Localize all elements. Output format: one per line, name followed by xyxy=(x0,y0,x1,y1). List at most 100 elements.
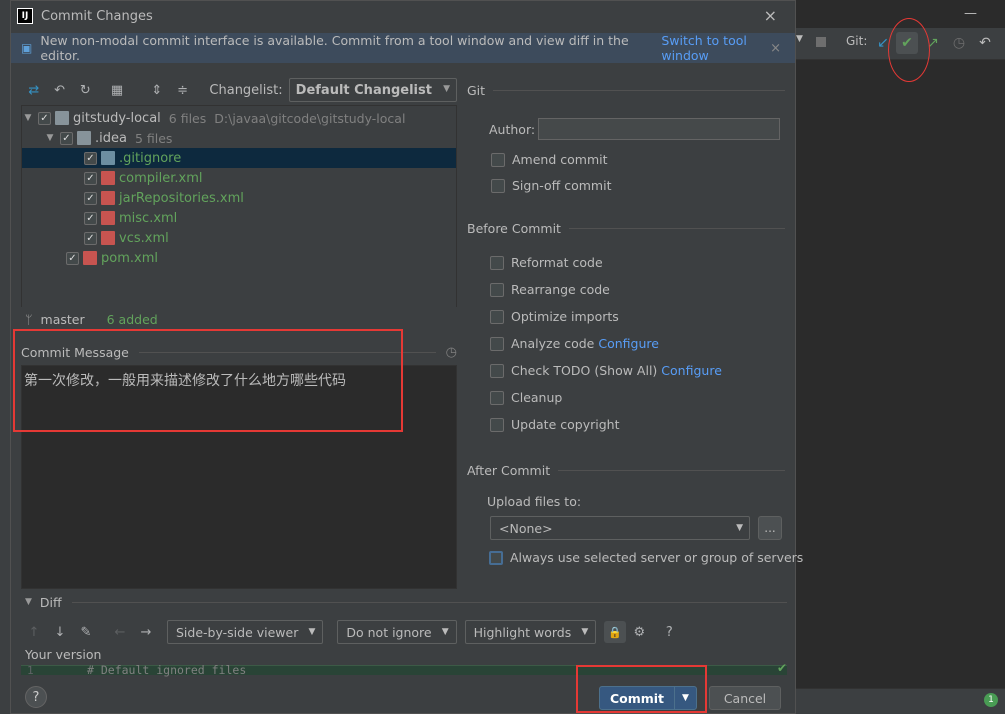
chevron-down-icon: ▼ xyxy=(308,627,316,637)
cleanup-checkbox[interactable]: Cleanup xyxy=(490,390,562,405)
diff-section-header[interactable]: ▼ Diff xyxy=(21,593,787,611)
intellij-logo-icon: IJ xyxy=(17,8,33,24)
checkbox-box[interactable] xyxy=(490,255,504,270)
ide-left-strip xyxy=(0,0,10,714)
show-diff-icon[interactable]: ⇄ xyxy=(21,78,47,102)
diff-label: Diff xyxy=(39,594,62,610)
checkbox-box[interactable] xyxy=(490,390,504,405)
tree-row-file[interactable]: ✓ jarRepositories.xml xyxy=(22,188,456,208)
divider xyxy=(493,90,785,91)
refresh-icon[interactable]: ↻ xyxy=(72,78,98,102)
optimize-imports-checkbox[interactable]: Optimize imports xyxy=(490,309,619,324)
amend-commit-checkbox[interactable]: Amend commit xyxy=(491,152,608,167)
copyright-label: Update copyright xyxy=(511,417,620,432)
checkbox-checked[interactable]: ✓ xyxy=(38,111,51,125)
back-icon[interactable]: ← xyxy=(107,620,133,644)
cancel-button[interactable]: Cancel xyxy=(709,686,781,710)
upload-value: <None> xyxy=(499,520,553,536)
checkbox-checked[interactable]: ✓ xyxy=(84,171,97,185)
help-button[interactable]: ? xyxy=(25,686,47,708)
ignore-whitespace-dropdown[interactable]: Do not ignore ▼ xyxy=(337,620,457,644)
update-copyright-checkbox[interactable]: Update copyright xyxy=(490,417,619,432)
module-folder-icon xyxy=(55,111,69,125)
branch-name: master xyxy=(40,311,85,327)
checkbox-box[interactable] xyxy=(490,282,504,297)
checkbox-checked[interactable]: ✓ xyxy=(84,211,97,225)
file-name: .gitignore xyxy=(119,150,182,166)
git-label: Git: xyxy=(846,34,868,48)
checkbox-checked[interactable]: ✓ xyxy=(60,131,73,145)
before-commit-header: Before Commit xyxy=(467,221,785,236)
collapse-all-icon[interactable]: ≑ xyxy=(170,78,196,102)
stop-icon[interactable] xyxy=(816,37,826,47)
checkbox-box[interactable] xyxy=(490,417,504,432)
analyze-code-checkbox[interactable]: Analyze code Configure xyxy=(490,336,659,351)
analyze-configure-link[interactable]: Configure xyxy=(598,336,659,351)
dropdown-arrow-icon[interactable]: ▼ xyxy=(796,34,803,44)
chevron-down-icon: ▼ xyxy=(443,84,450,94)
checkbox-box[interactable] xyxy=(490,336,504,351)
branch-status: ᛘ master 6 added xyxy=(21,309,457,329)
edit-source-icon[interactable]: ✎ xyxy=(73,620,99,644)
checkbox-box[interactable] xyxy=(490,309,504,324)
event-log-badge[interactable]: 1 xyxy=(984,693,998,707)
forward-icon[interactable]: → xyxy=(133,620,159,644)
diff-toolbar: ↑ ↓ ✎ ← → Side-by-side viewer ▼ Do not ig… xyxy=(21,619,682,645)
todo-configure-link[interactable]: Configure xyxy=(661,363,722,378)
highlight-mode-dropdown[interactable]: Highlight words ▼ xyxy=(464,620,597,644)
group-by-icon[interactable]: ▦ xyxy=(104,78,130,102)
file-name: compiler.xml xyxy=(119,170,203,186)
tree-row-file[interactable]: ✓ misc.xml xyxy=(22,208,456,228)
checkbox-checked[interactable]: ✓ xyxy=(84,191,97,205)
rearrange-code-checkbox[interactable]: Rearrange code xyxy=(490,282,610,297)
checkbox-checked[interactable]: ✓ xyxy=(66,251,79,265)
previous-difference-icon[interactable]: ↑ xyxy=(21,620,47,644)
help-icon[interactable]: ? xyxy=(656,620,682,644)
git-section-label: Git xyxy=(467,83,486,98)
root-name: gitstudy-local xyxy=(73,110,161,126)
tree-row-file[interactable]: ✓ compiler.xml xyxy=(22,168,456,188)
lock-icon[interactable]: 🔒 xyxy=(604,621,627,643)
browse-servers-button[interactable]: ... xyxy=(758,516,782,540)
minimize-icon[interactable]: — xyxy=(964,6,977,21)
rollback-icon[interactable]: ↶ xyxy=(47,78,73,102)
rollback-icon[interactable]: ↶ xyxy=(974,32,996,54)
viewer-mode-dropdown[interactable]: Side-by-side viewer ▼ xyxy=(167,620,324,644)
highlight-box-message xyxy=(13,329,403,432)
highlight-circle xyxy=(888,18,930,82)
checkbox-box[interactable] xyxy=(490,363,504,378)
upload-server-dropdown[interactable]: <None> ▼ xyxy=(490,516,750,540)
tree-row-file[interactable]: ✓ vcs.xml xyxy=(22,228,456,248)
check-todo-checkbox[interactable]: Check TODO (Show All) Configure xyxy=(490,363,722,378)
changelist-value: Default Changelist xyxy=(295,82,432,98)
close-icon[interactable]: × xyxy=(764,6,777,25)
file-name: vcs.xml xyxy=(119,230,169,246)
checkbox-box[interactable] xyxy=(489,550,503,565)
next-difference-icon[interactable]: ↓ xyxy=(47,620,73,644)
expand-all-icon[interactable]: ⇕ xyxy=(144,78,170,102)
chevron-down-icon: ▼ xyxy=(441,627,449,637)
history-icon[interactable]: ◷ xyxy=(446,345,457,360)
tree-row-root[interactable]: ▼ ✓ gitstudy-local 6 files D:\javaa\gitc… xyxy=(22,108,456,128)
tree-row-file[interactable]: ✓ pom.xml xyxy=(22,248,456,268)
gift-icon: ▣ xyxy=(21,41,33,55)
gear-icon[interactable]: ⚙ xyxy=(626,620,652,644)
tree-row-file[interactable]: ✓ .gitignore xyxy=(22,148,456,168)
chevron-down-icon[interactable]: ▼ xyxy=(25,597,32,607)
chevron-down-icon[interactable]: ▼ xyxy=(22,113,34,123)
always-use-label: Always use selected server or group of s… xyxy=(510,550,804,565)
always-use-server-checkbox[interactable]: Always use selected server or group of s… xyxy=(489,550,803,565)
chevron-down-icon[interactable]: ▼ xyxy=(44,133,56,143)
chevron-down-icon: ▼ xyxy=(581,627,589,637)
history-icon[interactable]: ◷ xyxy=(948,32,970,54)
tree-row-idea[interactable]: ▼ ✓ .idea 5 files xyxy=(22,128,456,148)
checkbox-checked[interactable]: ✓ xyxy=(84,151,97,165)
banner-close-icon[interactable]: × xyxy=(770,41,781,56)
signoff-commit-checkbox[interactable]: Sign-off commit xyxy=(491,178,612,193)
checkbox-box[interactable] xyxy=(491,178,505,193)
author-input[interactable] xyxy=(538,118,780,140)
reformat-code-checkbox[interactable]: Reformat code xyxy=(490,255,603,270)
checkbox-checked[interactable]: ✓ xyxy=(84,231,97,245)
changelist-dropdown[interactable]: Default Changelist ▼ xyxy=(288,78,457,102)
checkbox-box[interactable] xyxy=(491,152,505,167)
